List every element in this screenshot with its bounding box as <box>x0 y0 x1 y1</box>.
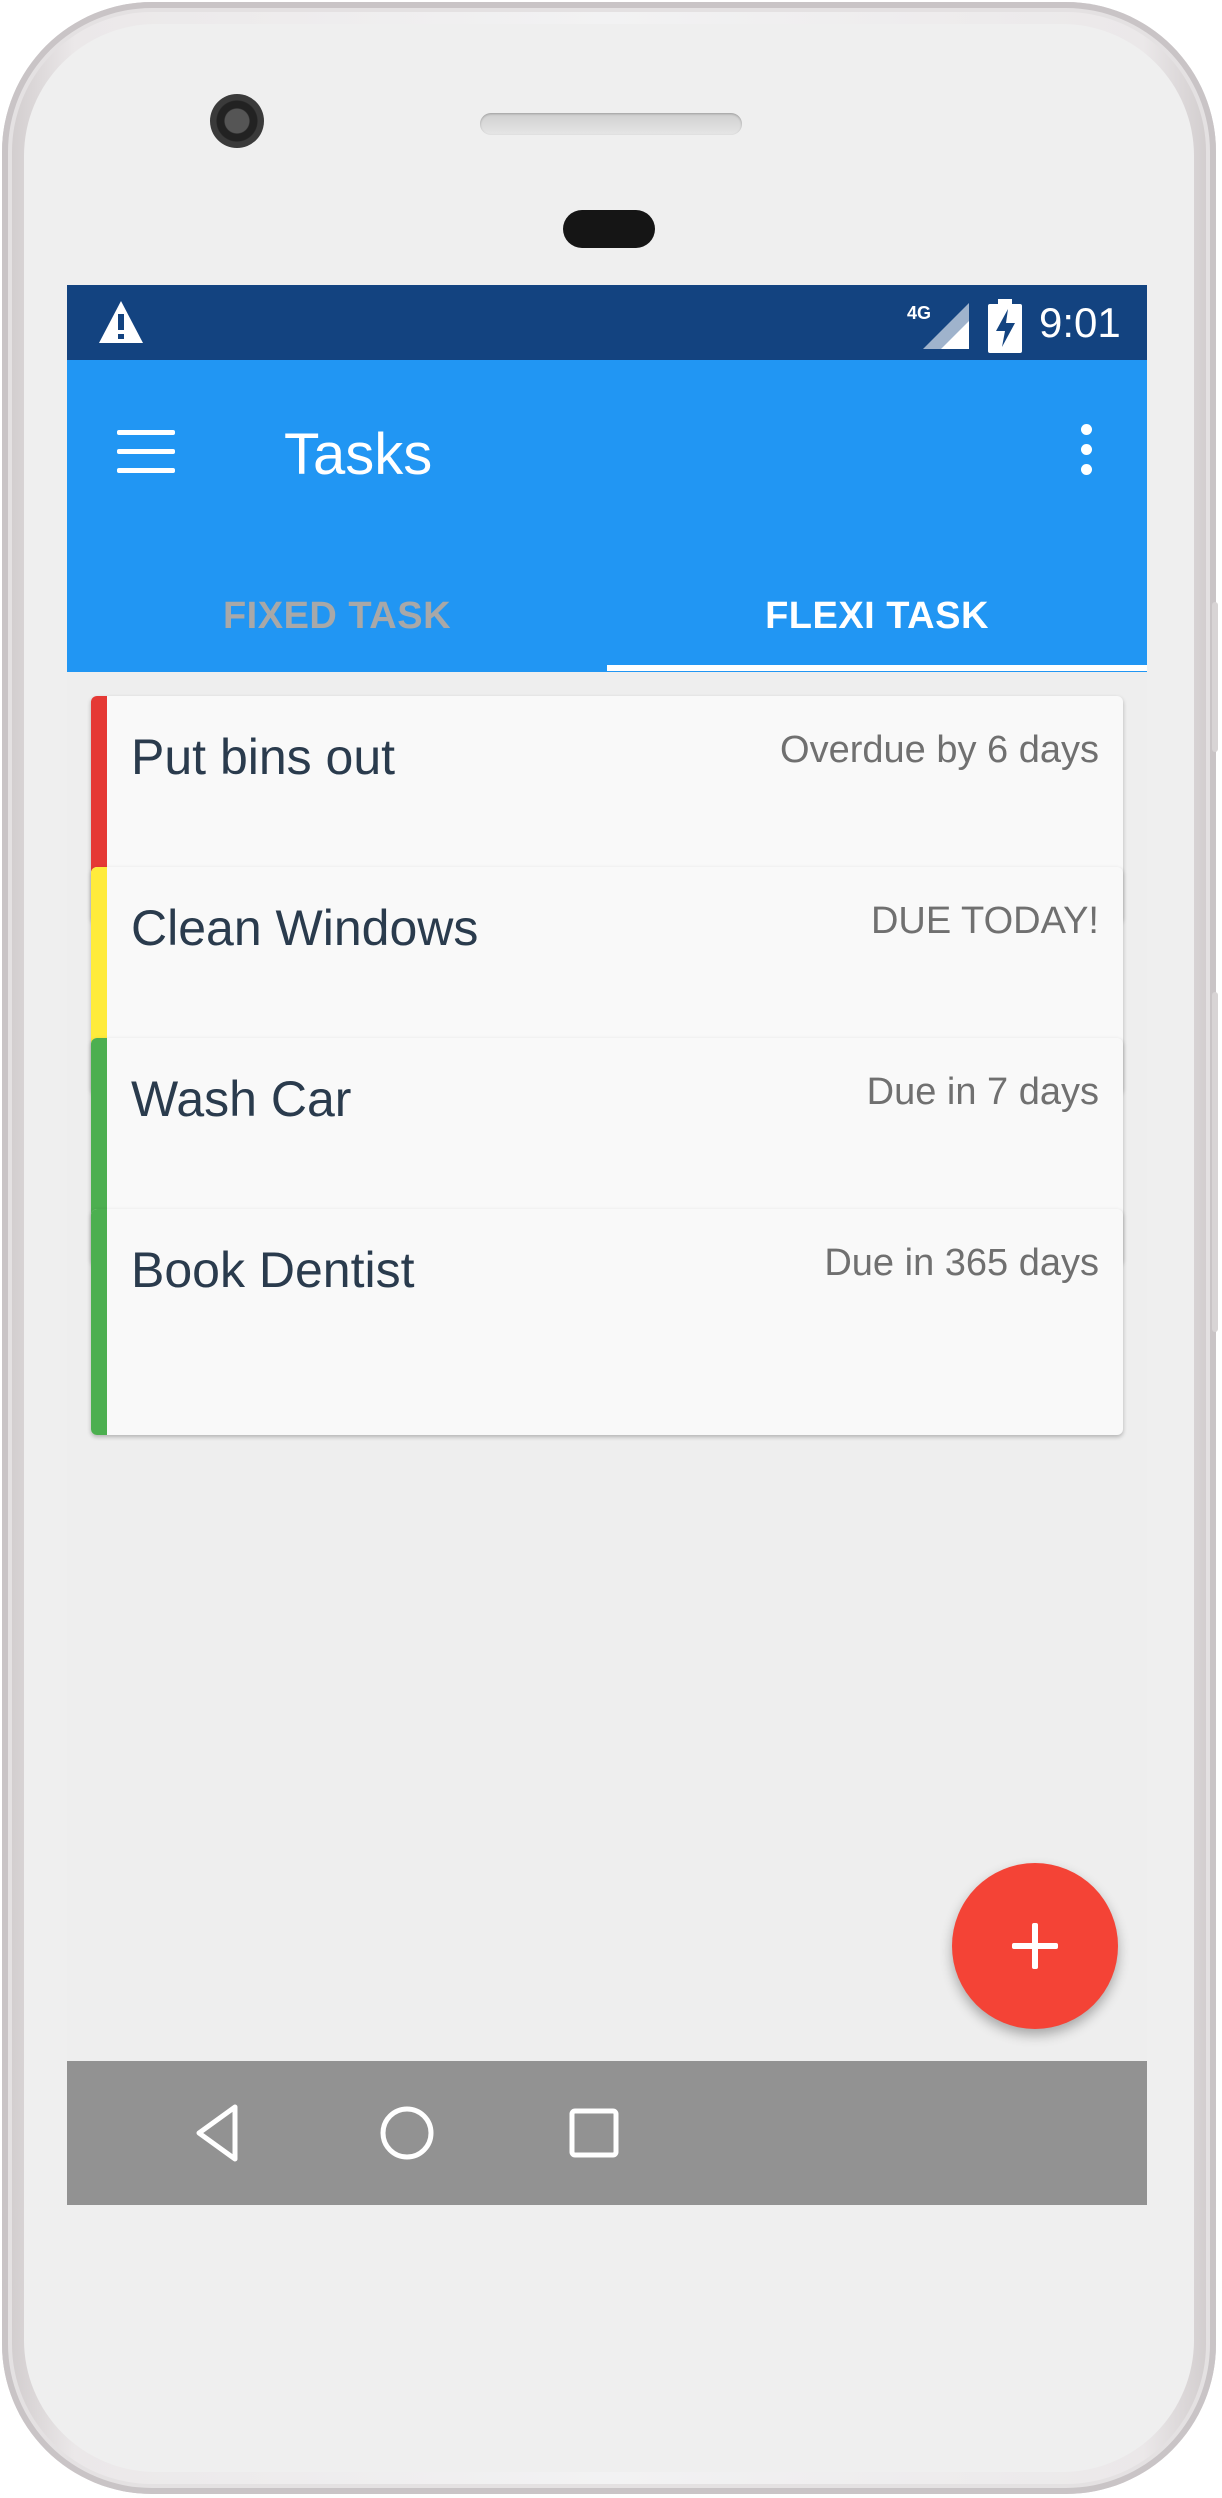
volume-button <box>1212 602 1218 752</box>
more-vertical-icon[interactable] <box>1067 420 1107 480</box>
task-due: Due in 7 days <box>866 1071 1099 1113</box>
active-tab-indicator <box>607 665 1147 671</box>
plus-icon-stroke <box>1032 1923 1038 1969</box>
task-title: Clean Windows <box>131 900 479 956</box>
task-card[interactable]: Book Dentist Due in 365 days <box>91 1209 1123 1435</box>
tab-fixed-task[interactable]: FIXED TASK <box>67 560 607 672</box>
task-due: DUE TODAY! <box>870 900 1099 942</box>
navigation-bar <box>67 2061 1147 2205</box>
page-title: Tasks <box>284 422 433 487</box>
proximity-sensor <box>563 210 655 248</box>
status-time: 9:01 <box>1039 299 1121 346</box>
hamburger-menu-icon[interactable] <box>117 430 179 474</box>
app-bar: Tasks FIXED TASK FLEXI TASK <box>67 360 1147 672</box>
task-title: Wash Car <box>131 1071 352 1127</box>
warning-icon <box>99 301 143 343</box>
task-title: Put bins out <box>131 729 396 785</box>
front-camera <box>210 94 264 148</box>
task-title: Book Dentist <box>131 1242 415 1298</box>
priority-bar <box>91 1209 107 1435</box>
recents-icon[interactable] <box>562 2101 626 2165</box>
network-type-label: 4G <box>907 303 931 323</box>
task-due: Due in 365 days <box>824 1242 1099 1284</box>
signal-icon: 4G <box>907 303 969 349</box>
back-icon[interactable] <box>187 2101 251 2165</box>
add-task-button[interactable] <box>952 1863 1118 2029</box>
status-bar: 4G 9:01 <box>67 285 1147 360</box>
home-icon[interactable] <box>375 2101 439 2165</box>
phone-frame: 4G 9:01 Tasks FIXED TASK FLEXI TASK Put … <box>2 2 1218 2494</box>
screen: 4G 9:01 Tasks FIXED TASK FLEXI TASK Put … <box>67 285 1147 2205</box>
tab-flexi-task[interactable]: FLEXI TASK <box>607 560 1147 672</box>
earpiece-speaker <box>480 113 742 135</box>
battery-charging-icon <box>988 299 1022 353</box>
task-due: Overdue by 6 days <box>780 729 1099 771</box>
power-button <box>1212 992 1218 1332</box>
